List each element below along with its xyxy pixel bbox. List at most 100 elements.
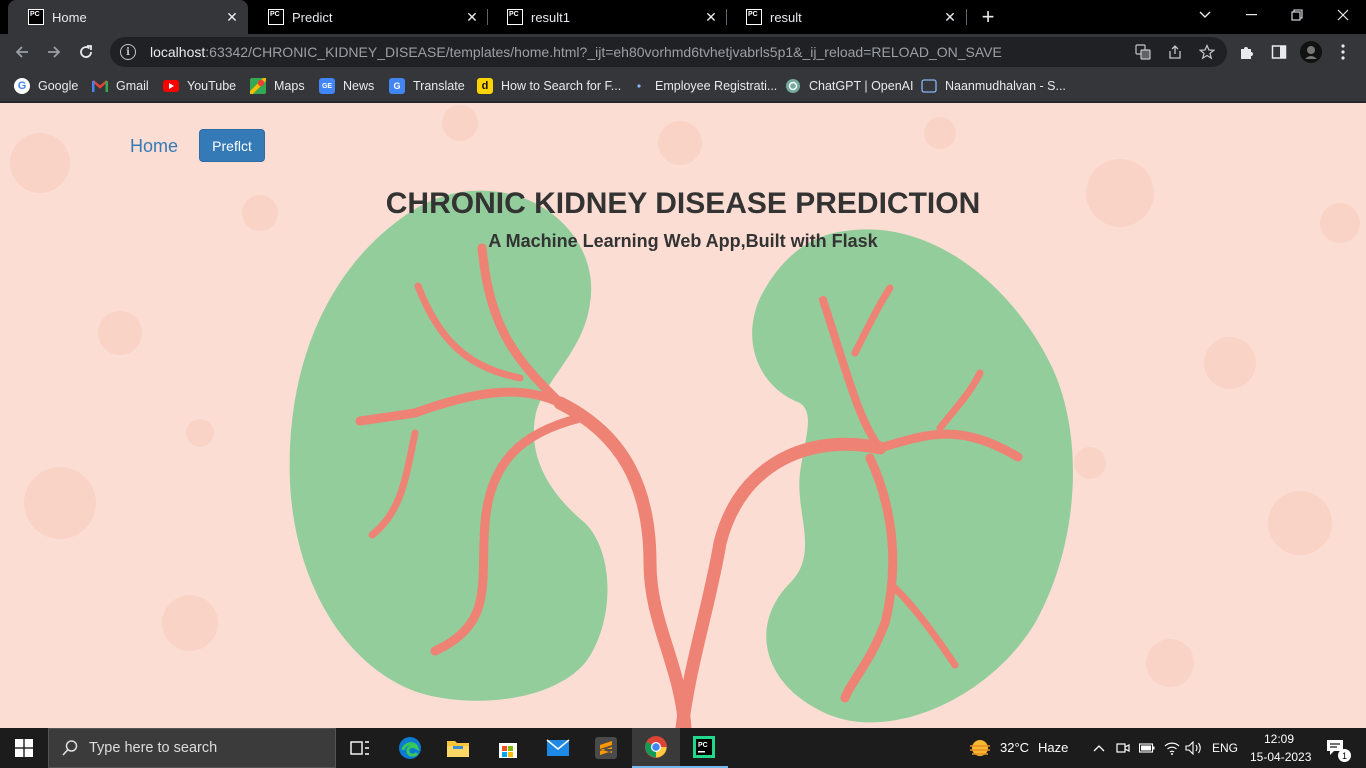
arrow-right-icon [48, 46, 61, 58]
bookmark-google[interactable]: G Google [14, 76, 78, 96]
file-explorer-taskbar-icon[interactable] [434, 728, 482, 768]
weather-temperature[interactable]: 32°C [1000, 740, 1029, 755]
tab-separator [966, 9, 967, 25]
store-icon [499, 743, 517, 758]
edge-icon [399, 737, 421, 759]
edge-taskbar-icon[interactable] [386, 728, 434, 768]
share-icon[interactable] [1167, 44, 1183, 60]
weather-description[interactable]: Haze [1038, 740, 1068, 755]
maps-icon [250, 78, 266, 94]
close-icon[interactable]: ✕ [703, 9, 719, 25]
bookmark-label: Translate [413, 79, 465, 93]
close-icon[interactable]: ✕ [464, 9, 480, 25]
tab-label: result1 [531, 9, 571, 25]
pycharm-taskbar-icon[interactable]: PC [680, 728, 728, 768]
bookmark-youtube[interactable]: YouTube [163, 76, 236, 96]
page-title: CHRONIC KIDNEY DISEASE PREDICTION [385, 187, 981, 220]
predict-button[interactable]: Preflct [199, 129, 265, 162]
tab-home[interactable]: PC Home ✕ [8, 0, 248, 34]
tab-result1[interactable]: PC result1 ✕ [487, 0, 727, 34]
tab-predict[interactable]: PC Predict ✕ [248, 0, 488, 34]
bookmark-label: How to Search for F... [501, 79, 622, 93]
task-view-icon [350, 741, 369, 755]
bookmark-label: Maps [274, 79, 305, 93]
restore-button[interactable] [1274, 0, 1320, 30]
new-tab-button[interactable]: + [976, 4, 1000, 29]
close-icon[interactable]: ✕ [224, 9, 240, 25]
bookmark-label: News [343, 79, 375, 93]
youtube-icon [163, 78, 179, 94]
chrome-taskbar-icon[interactable] [632, 728, 680, 768]
pycharm-icon: PC [28, 9, 44, 25]
clock-date[interactable]: 15-04-2023 [1250, 750, 1311, 764]
browser-toolbar: i localhost:63342/CHRONIC_KIDNEY_DISEASE… [0, 34, 1366, 70]
chrome-menu-button[interactable] [1332, 41, 1354, 63]
d-icon: d [477, 78, 493, 94]
bookmark-gmail[interactable]: Gmail [92, 76, 149, 96]
bookmark-maps[interactable]: Maps [250, 76, 305, 96]
bookmark-label: Employee Registrati... [655, 79, 778, 93]
tab-label: Predict [292, 9, 333, 25]
volume-icon[interactable] [1184, 728, 1204, 768]
reload-icon [80, 45, 92, 58]
restore-icon [1291, 9, 1303, 21]
minimize-button[interactable] [1228, 0, 1274, 30]
bookmark-star-icon[interactable] [1199, 44, 1215, 60]
bookmark-news[interactable]: GE News [319, 76, 374, 96]
tab-result[interactable]: PC result ✕ [726, 0, 966, 34]
extensions-button[interactable] [1236, 41, 1258, 63]
pycharm-icon: PC [693, 736, 715, 758]
bookmark-naanmudhalvan[interactable]: Naanmudhalvan - S... [921, 76, 1066, 96]
meet-now-icon[interactable] [1114, 728, 1132, 768]
bookmark-label: Gmail [116, 79, 149, 93]
chevron-up-icon[interactable] [1090, 728, 1108, 768]
store-taskbar-icon[interactable] [484, 728, 532, 768]
address-bar[interactable]: i localhost:63342/CHRONIC_KIDNEY_DISEASE… [110, 37, 1227, 67]
nav-home-link[interactable]: Home [130, 136, 178, 157]
minimize-icon [1245, 14, 1257, 16]
wifi-icon[interactable] [1162, 728, 1182, 768]
google-icon: G [14, 78, 30, 94]
bookmark-employee-registration[interactable]: Employee Registrati... [631, 76, 777, 96]
sublime-text-icon [595, 737, 617, 759]
bookmark-label: YouTube [187, 79, 237, 93]
translate-page-icon[interactable] [1135, 44, 1151, 60]
bookmark-label: Google [38, 79, 79, 93]
bookmark-translate[interactable]: G Translate [389, 76, 465, 96]
taskbar-search-input[interactable]: Type here to search [48, 728, 336, 768]
battery-icon[interactable] [1138, 728, 1156, 768]
profile-avatar[interactable] [1300, 41, 1322, 63]
mail-taskbar-icon[interactable] [534, 728, 582, 768]
side-panel-icon [1271, 45, 1287, 59]
weather-icon[interactable] [964, 728, 996, 768]
mail-icon [546, 739, 570, 756]
windows-logo-icon [15, 739, 33, 757]
bookmarks-bar: G Google Gmail YouTube Maps GE News G Tr… [0, 70, 1366, 102]
tab-label: Home [52, 9, 87, 25]
page-icon [921, 78, 937, 94]
page-subtitle: A Machine Learning Web App,Built with Fl… [488, 231, 878, 251]
avatar-icon [1300, 41, 1322, 63]
arrow-left-icon [15, 46, 28, 58]
start-button[interactable] [0, 728, 48, 768]
bookmark-how-to-search[interactable]: d How to Search for F... [477, 76, 621, 96]
info-icon[interactable]: i [120, 44, 136, 60]
clock-time[interactable]: 12:09 [1264, 732, 1294, 746]
pycharm-icon: PC [507, 9, 523, 25]
sublime-taskbar-icon[interactable] [582, 728, 630, 768]
language-indicator[interactable]: ENG [1212, 741, 1238, 755]
forward-button[interactable] [40, 38, 68, 66]
pycharm-icon: PC [746, 9, 762, 25]
close-window-button[interactable] [1320, 0, 1366, 30]
page-content: Home Preflct CHRONIC KIDNEY DISEASE PRED… [0, 103, 1366, 728]
task-view-button[interactable] [336, 728, 384, 768]
close-icon[interactable]: ✕ [942, 9, 958, 25]
back-button[interactable] [8, 38, 36, 66]
reload-button[interactable] [72, 38, 100, 66]
chevron-down-icon [1199, 11, 1211, 18]
notification-center-button[interactable]: 1 [1318, 728, 1354, 768]
bookmark-chatgpt[interactable]: ChatGPT | OpenAI [785, 76, 913, 96]
tab-search-button[interactable] [1182, 0, 1228, 30]
svg-text:PC: PC [698, 742, 708, 749]
side-panel-button[interactable] [1268, 41, 1290, 63]
